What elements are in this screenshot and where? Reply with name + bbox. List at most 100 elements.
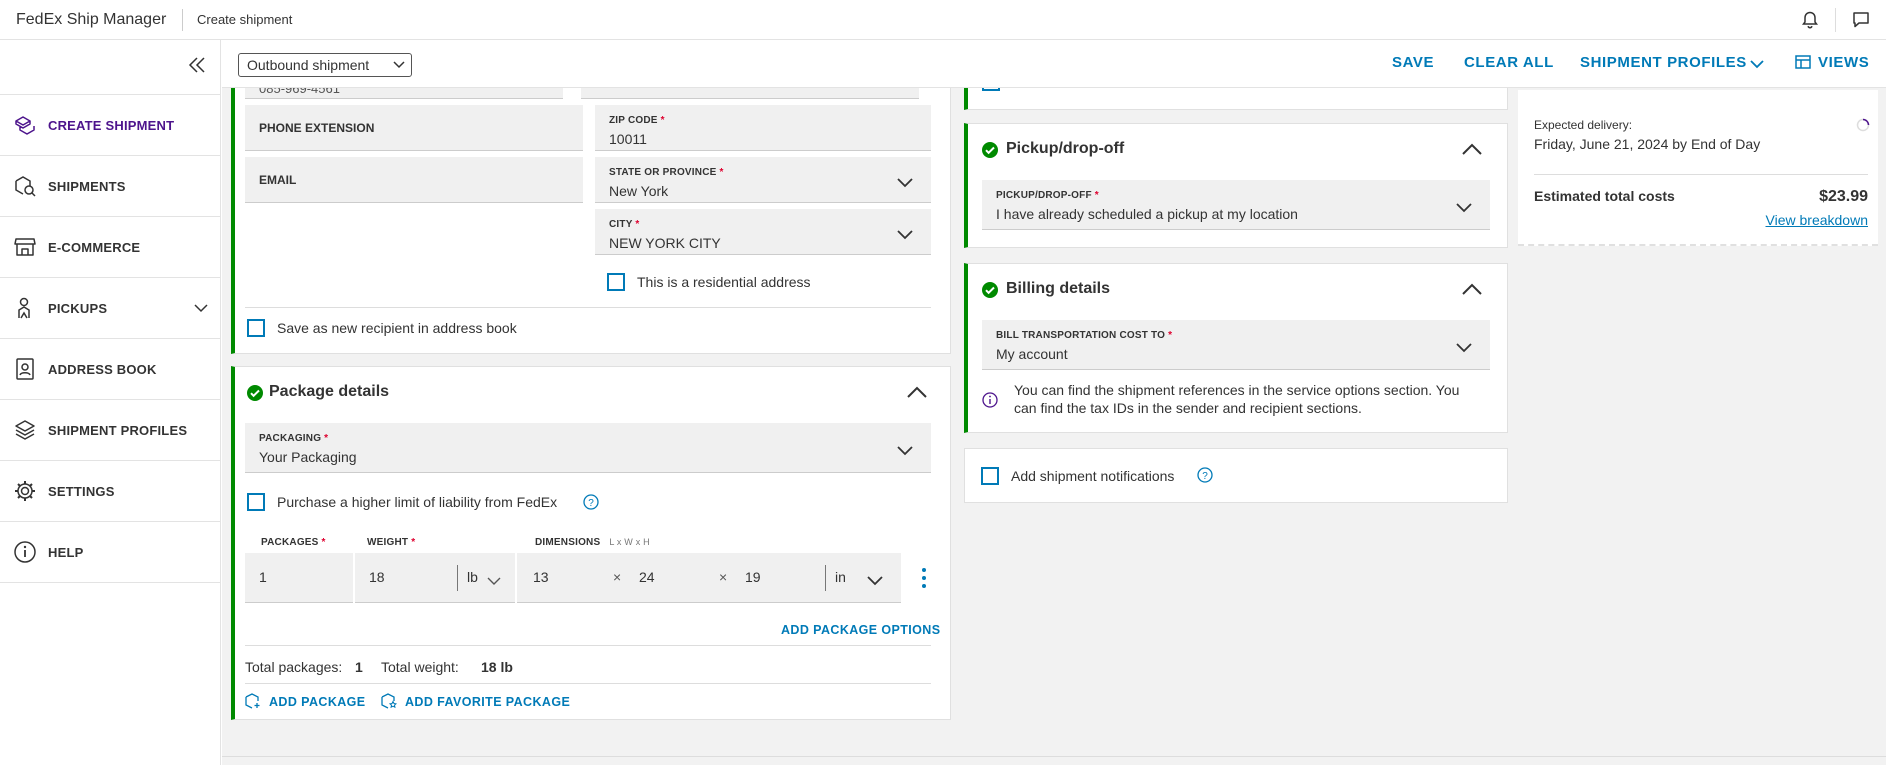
top-bar: FedEx Ship Manager Create shipment	[0, 0, 1886, 40]
email-field[interactable]: EMAIL	[245, 157, 583, 203]
dimension-unit-select[interactable]: in	[835, 569, 846, 585]
phone-value: 085-969-4561	[259, 88, 340, 96]
total-cost-value: $23.99	[1819, 188, 1868, 205]
field-label: PHONE EXTENSION	[259, 120, 375, 135]
height-value[interactable]: 19	[745, 569, 761, 585]
shipment-type-select[interactable]: Outbound shipment	[238, 53, 412, 77]
field-value: Your Packaging	[259, 449, 357, 465]
billing-info-text: You can find the shipment references in …	[1014, 382, 1460, 398]
address-book-icon	[12, 356, 38, 382]
service-checkbox[interactable]	[982, 88, 1000, 91]
sidebar-item-label: ADDRESS BOOK	[48, 361, 157, 377]
chat-icon[interactable]	[1836, 0, 1886, 40]
sidebar-item-label: SHIPMENTS	[48, 178, 126, 194]
field-value: My account	[996, 346, 1068, 362]
chevron-down-icon[interactable]	[1750, 56, 1764, 74]
clear-all-button[interactable]: CLEAR ALL	[1464, 54, 1554, 71]
save-recipient-checkbox[interactable]	[247, 319, 265, 337]
liability-checkbox[interactable]	[247, 493, 265, 511]
state-select[interactable]: STATE OR PROVINCE * New York	[595, 157, 931, 203]
add-package-button[interactable]: ADD PACKAGE	[269, 695, 366, 709]
check-circle-icon	[247, 385, 263, 401]
address-field[interactable]	[581, 88, 919, 99]
chevron-up-icon[interactable]	[1462, 142, 1482, 160]
expected-delivery-value: Friday, June 21, 2024 by End of Day	[1534, 136, 1761, 152]
phone-field[interactable]: 085-969-4561	[245, 88, 563, 99]
weight-unit-select[interactable]: lb	[467, 569, 478, 585]
divider	[182, 8, 183, 31]
dimensions-label: DIMENSIONS L x W x H	[535, 537, 650, 548]
sidebar-collapse[interactable]	[0, 40, 220, 95]
action-bar: Outbound shipment SAVE CLEAR ALL SHIPMEN…	[222, 40, 1886, 88]
field-value: New York	[609, 183, 669, 199]
total-weight-label: Total weight:	[381, 659, 459, 675]
sidebar-item-label: PICKUPS	[48, 300, 108, 316]
storefront-icon	[12, 234, 38, 260]
gear-icon	[12, 478, 38, 504]
bell-icon[interactable]	[1785, 0, 1835, 40]
section-title: Pickup/drop-off	[1006, 140, 1125, 157]
expected-delivery-label: Expected delivery:	[1534, 118, 1633, 132]
chevron-down-icon[interactable]	[194, 300, 208, 318]
field-label: ZIP CODE *	[609, 115, 665, 126]
phone-extension-field[interactable]: PHONE EXTENSION	[245, 105, 583, 151]
add-box-icon[interactable]	[245, 693, 261, 714]
add-favorite-package-button[interactable]: ADD FAVORITE PACKAGE	[405, 695, 570, 709]
svg-text:?: ?	[588, 498, 594, 509]
total-packages-value: 1	[355, 659, 363, 675]
sidebar-item-address-book[interactable]: ADDRESS BOOK	[0, 339, 220, 400]
sidebar-item-shipment-profiles[interactable]: SHIPMENT PROFILES	[0, 400, 220, 461]
svg-text:?: ?	[1202, 471, 1208, 482]
notifications-checkbox[interactable]	[981, 467, 999, 485]
city-select[interactable]: CITY * NEW YORK CITY	[595, 209, 931, 255]
add-package-options-link[interactable]: ADD PACKAGE OPTIONS	[781, 623, 940, 637]
shipment-type-value: Outbound shipment	[247, 57, 370, 73]
packages-input[interactable]: 1	[245, 553, 353, 603]
shipment-profiles-button[interactable]: SHIPMENT PROFILES	[1580, 54, 1747, 71]
times-sign: ×	[613, 569, 622, 585]
package-details-card: Package details PACKAGING * Your Packagi…	[231, 366, 951, 720]
save-button[interactable]: SAVE	[1392, 54, 1434, 71]
divider	[825, 565, 826, 591]
dimensions-input[interactable]: 13 × 24 × 19 in	[517, 553, 901, 603]
bill-to-select[interactable]: BILL TRANSPORTATION COST TO * My account	[982, 320, 1490, 370]
views-button[interactable]: VIEWS	[1818, 54, 1869, 71]
favorite-box-icon[interactable]	[381, 693, 398, 714]
summary-card: Expected delivery: Friday, June 21, 2024…	[1518, 90, 1878, 246]
residential-checkbox[interactable]	[607, 273, 625, 291]
layers-icon	[12, 417, 38, 443]
divider	[245, 645, 931, 646]
residential-label: This is a residential address	[637, 274, 811, 290]
section-title: Package details	[269, 383, 390, 400]
help-icon[interactable]: ?	[583, 494, 599, 515]
chevron-up-icon[interactable]	[1462, 282, 1482, 300]
weight-input[interactable]: 18 lb	[355, 553, 515, 603]
chevron-down-icon	[897, 175, 913, 193]
length-value[interactable]: 13	[533, 569, 549, 585]
sidebar-item-create-shipment[interactable]: CREATE SHIPMENT	[0, 95, 220, 156]
field-value: NEW YORK CITY	[609, 235, 721, 251]
help-icon[interactable]: ?	[1197, 467, 1213, 488]
sidebar-item-ecommerce[interactable]: E-COMMERCE	[0, 217, 220, 278]
zip-code-field[interactable]: ZIP CODE * 10011	[595, 105, 931, 151]
packaging-select[interactable]: PACKAGING * Your Packaging	[245, 423, 931, 473]
double-chevron-left-icon[interactable]	[188, 56, 206, 79]
sidebar-item-label: E-COMMERCE	[48, 239, 141, 255]
recipient-card: 085-969-4561 PHONE EXTENSION ZIP CODE * …	[231, 88, 951, 354]
sidebar-item-help[interactable]: HELP	[0, 522, 220, 583]
info-icon	[12, 539, 38, 565]
app-title: FedEx Ship Manager	[16, 10, 167, 28]
breadcrumb: Create shipment	[197, 12, 293, 27]
view-breakdown-link[interactable]: View breakdown	[1766, 212, 1868, 228]
width-value[interactable]: 24	[639, 569, 655, 585]
more-vertical-icon[interactable]	[921, 567, 927, 594]
pickup-select[interactable]: PICKUP/DROP-OFF * I have already schedul…	[982, 180, 1490, 230]
divider	[1534, 174, 1868, 175]
divider	[245, 307, 931, 308]
weight-label: WEIGHT *	[367, 537, 416, 548]
chevron-up-icon[interactable]	[907, 385, 927, 403]
sidebar-item-pickups[interactable]: PICKUPS	[0, 278, 220, 339]
sidebar-item-settings[interactable]: SETTINGS	[0, 461, 220, 522]
sidebar-item-shipments[interactable]: SHIPMENTS	[0, 156, 220, 217]
views-icon[interactable]	[1795, 55, 1811, 74]
